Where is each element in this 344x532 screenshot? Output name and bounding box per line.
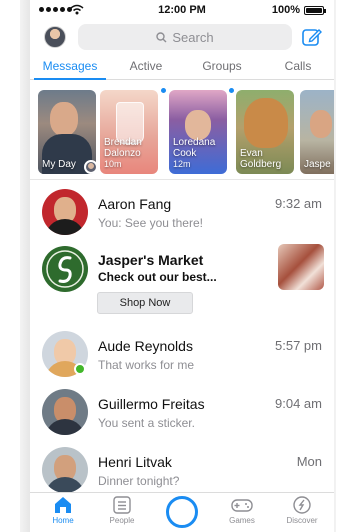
conversation-row[interactable]: Henri Litvak Dinner tonight? Mon	[30, 442, 334, 498]
gamepad-icon	[231, 499, 253, 512]
nav-label: Home	[52, 516, 74, 525]
bottom-nav: Home People Games Discover	[30, 492, 334, 532]
message-time: 9:04 am	[275, 396, 322, 411]
story-loredana-cook[interactable]: Loredana Cook 12m	[169, 90, 227, 174]
message-preview: That works for me	[98, 358, 195, 372]
contact-name: Aude Reynolds	[98, 338, 193, 354]
contact-name: Henri Litvak	[98, 454, 172, 470]
nav-games[interactable]: Games	[220, 495, 264, 525]
avatar	[42, 389, 88, 435]
sponsor-message: Check out our best...	[98, 270, 217, 284]
camera-icon[interactable]	[166, 496, 198, 528]
header-row: Search	[30, 22, 334, 52]
tab-bar: Messages Active Groups Calls	[30, 54, 334, 80]
nav-discover[interactable]: Discover	[280, 495, 324, 525]
message-time: 9:32 am	[275, 196, 322, 211]
sponsor-name: Jasper's Market	[98, 252, 204, 268]
nav-home[interactable]: Home	[41, 495, 85, 525]
people-icon	[113, 496, 131, 514]
message-preview: You: See you there!	[98, 216, 203, 230]
contact-name: Guillermo Freitas	[98, 396, 205, 412]
unseen-story-dot	[160, 87, 167, 94]
nav-label: Games	[229, 516, 255, 525]
nav-label: People	[109, 516, 135, 525]
story-label: Brendan Dalonzo 10m	[104, 137, 142, 169]
story-evan-goldberg[interactable]: Evan Goldberg	[236, 90, 294, 174]
story-jasper[interactable]: Jaspe Ster	[300, 90, 334, 174]
compose-icon[interactable]	[301, 26, 323, 48]
shop-now-button[interactable]: Shop Now	[97, 292, 193, 314]
conversation-row[interactable]: Aaron Fang You: See you there! 9:32 am	[30, 184, 334, 240]
jaspers-market-logo-icon	[46, 250, 84, 288]
battery-percent: 100%	[271, 4, 300, 16]
online-indicator	[74, 363, 86, 375]
avatar	[42, 189, 88, 235]
profile-avatar[interactable]	[44, 26, 66, 48]
search-placeholder: Search	[172, 29, 214, 45]
search-input[interactable]: Search	[78, 24, 292, 50]
message-preview: Dinner tonight?	[98, 474, 180, 488]
avatar	[42, 447, 88, 493]
story-label: Loredana Cook 12m	[173, 137, 216, 169]
phone-bezel-left	[20, 0, 30, 532]
story-label: Evan Goldberg	[240, 148, 282, 170]
tab-messages[interactable]: Messages	[30, 54, 110, 80]
unseen-story-dot	[228, 87, 235, 94]
nav-people[interactable]: People	[100, 495, 144, 525]
message-time: 5:57 pm	[275, 338, 322, 353]
product-image[interactable]	[278, 244, 324, 290]
battery-icon	[304, 6, 326, 15]
story-brendan-dalonzo[interactable]: Brendan Dalonzo 10m	[100, 90, 158, 174]
contact-name: Aaron Fang	[98, 196, 172, 212]
story-photo	[244, 98, 288, 148]
conversation-row[interactable]: Guillermo Freitas You sent a sticker. 9:…	[30, 384, 334, 440]
messenger-screen: 12:00 PM 100% Search Messages Active Gro…	[30, 0, 334, 532]
search-icon	[156, 31, 167, 42]
stories-tray: My Day Brendan Dalonzo 10m Loredana Cook…	[30, 84, 334, 180]
story-photo	[185, 110, 211, 140]
nav-label: Discover	[286, 516, 318, 525]
sponsored-message[interactable]: Jasper's Market Check out our best... Sh…	[30, 242, 334, 332]
story-photo	[50, 102, 78, 136]
brand-logo	[42, 246, 88, 292]
tab-calls[interactable]: Calls	[262, 54, 334, 79]
story-label: Jaspe Ster	[304, 159, 334, 170]
tab-active[interactable]: Active	[110, 54, 182, 79]
tab-groups[interactable]: Groups	[182, 54, 262, 79]
story-owner-avatar	[84, 160, 98, 174]
compass-icon	[293, 496, 311, 514]
home-icon	[55, 497, 71, 513]
message-preview: You sent a sticker.	[98, 416, 195, 430]
message-time: Mon	[296, 454, 322, 469]
conversation-row[interactable]: Aude Reynolds That works for me 5:57 pm	[30, 326, 334, 382]
status-bar: 12:00 PM 100%	[30, 0, 334, 22]
story-photo	[310, 110, 332, 138]
